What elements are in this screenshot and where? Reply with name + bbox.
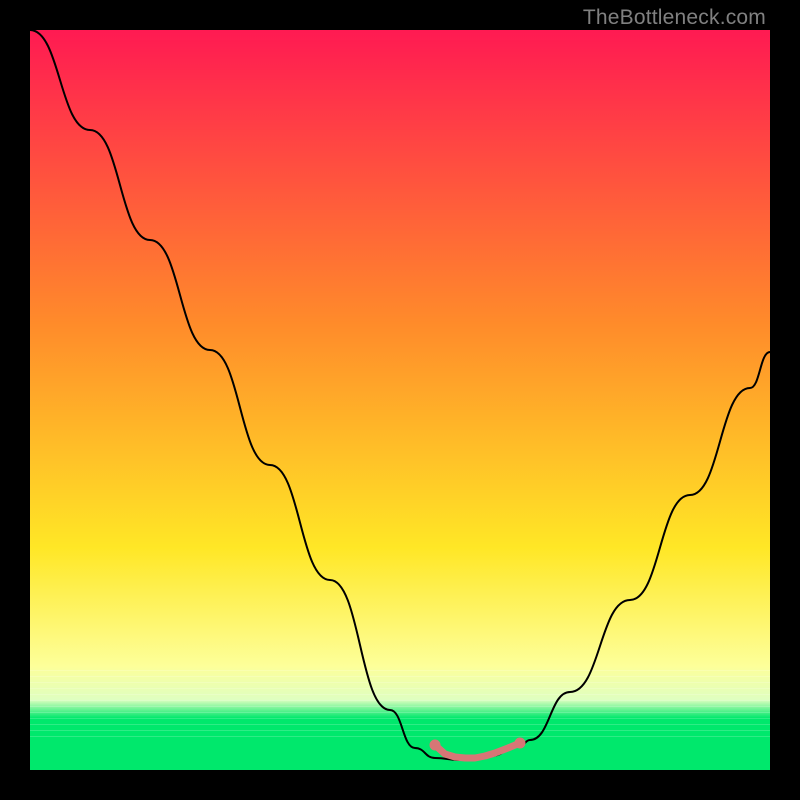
bottleneck-chart <box>30 30 770 770</box>
attribution-label: TheBottleneck.com <box>583 6 766 30</box>
chart-frame <box>30 30 770 770</box>
chart-background <box>30 30 770 770</box>
